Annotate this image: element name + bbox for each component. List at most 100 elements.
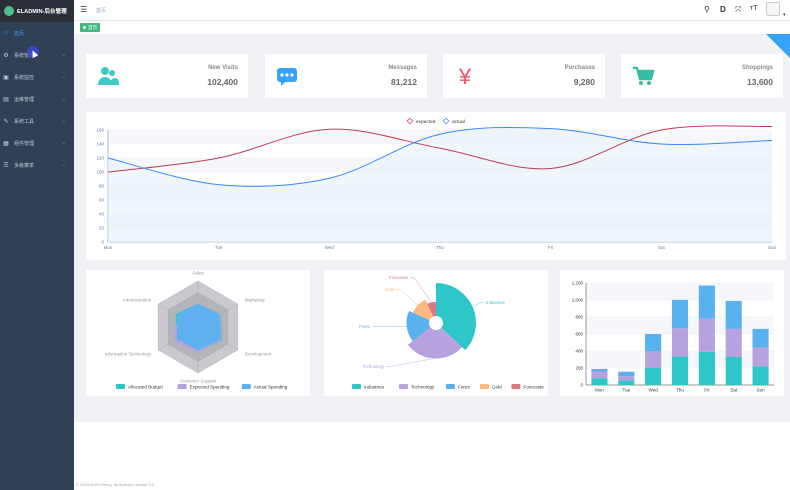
legend-label: Gold xyxy=(492,384,502,389)
pie-chart-panel: Industries Technology Forex Gold Forecasts In… xyxy=(324,270,548,396)
y-tick-label: 600 xyxy=(575,332,583,337)
logo[interactable]: ELADMIN-后台管理 xyxy=(0,0,74,22)
sidebar-item-5[interactable]: ▦ 组件管理 ⌄ xyxy=(0,132,74,154)
legend-marker[interactable] xyxy=(241,384,251,389)
sidebar-item-2[interactable]: ▣ 系统监控 ⌄ xyxy=(0,66,74,88)
footer: © 2018-2020 Zheng Jie Apache License 2.0 xyxy=(74,422,790,490)
people-icon xyxy=(96,64,120,88)
bar-segment-pageC[interactable] xyxy=(752,328,769,348)
bar-segment-pageA[interactable] xyxy=(671,356,689,385)
x-tick-label: Mon xyxy=(595,388,604,393)
card-value: 13,600 xyxy=(747,77,773,87)
y-tick-label: 0 xyxy=(101,240,104,245)
legend-marker[interactable] xyxy=(406,117,414,125)
fullscreen-icon[interactable]: ⤧ xyxy=(735,5,741,15)
legend-label: expected xyxy=(416,119,436,125)
pie-slice-label: Industries xyxy=(486,300,505,305)
bar-segment-pageB[interactable] xyxy=(698,318,715,352)
card-panel-messages[interactable]: Messages 81,212 xyxy=(265,54,427,98)
copyright: © 2018-2020 Zheng Jie Apache License 2.0 xyxy=(76,482,154,487)
tags-view: 首页 xyxy=(74,21,790,34)
bar-segment-pageA[interactable] xyxy=(591,378,608,385)
bar-segment-pageC[interactable] xyxy=(618,371,635,377)
x-tick-label: Wed xyxy=(325,245,335,250)
bar-segment-pageB[interactable] xyxy=(752,347,769,367)
logo-mark xyxy=(4,6,14,16)
legend-marker[interactable] xyxy=(480,384,489,389)
bar-segment-pageA[interactable] xyxy=(725,356,742,385)
x-tick-label: Fri xyxy=(548,245,553,250)
legend-marker[interactable] xyxy=(177,384,187,389)
legend-marker[interactable] xyxy=(446,384,455,389)
bar-chart: 0 200 400 600 800 1,000 1,200 Mon Tue Wed Thu Fri Sa… xyxy=(572,281,774,393)
tag-home[interactable]: 首页 xyxy=(80,23,101,32)
bar-segment-pageB[interactable] xyxy=(618,376,635,381)
chevron-down-icon[interactable]: ▾ xyxy=(783,12,786,18)
chevron-down-icon: ⌄ xyxy=(61,118,66,124)
gear-icon: ⚙ xyxy=(3,52,9,59)
sidebar-item-3[interactable]: ▤ 运维管理 ⌄ xyxy=(0,88,74,110)
y-tick-label: 60 xyxy=(99,198,105,203)
y-tick-label: 160 xyxy=(96,128,104,133)
x-tick-label: Tue xyxy=(622,388,630,393)
avatar[interactable] xyxy=(766,2,780,16)
doc-icon[interactable]: D xyxy=(720,5,726,14)
legend-label: Expected Spending xyxy=(190,384,230,389)
sidebar-item-0[interactable]: ⌂ 首页 xyxy=(0,22,74,44)
bar-segment-pageA[interactable] xyxy=(752,366,769,385)
card-panel-shoppings[interactable]: Shoppings 13,600 xyxy=(621,54,783,98)
pie-slice-label: Forecasts xyxy=(389,275,408,280)
radar-indicator-label: Administration xyxy=(123,298,152,303)
legend-marker[interactable] xyxy=(116,384,125,389)
bar-segment-pageA[interactable] xyxy=(618,380,635,385)
font-size-icon[interactable]: тT xyxy=(750,5,757,12)
radar-indicator-label: Development xyxy=(245,352,272,357)
legend-marker[interactable] xyxy=(352,384,361,389)
y-tick-label: 200 xyxy=(575,366,583,371)
label-line xyxy=(472,302,484,308)
menu-icon: ☰ xyxy=(3,162,9,169)
money-icon: ¥ xyxy=(453,64,477,88)
bar-segment-pageB[interactable] xyxy=(725,328,742,357)
pie-slice-label: Technology xyxy=(362,364,385,369)
sidebar-item-label: 系统监控 xyxy=(14,74,35,81)
bar-segment-pageC[interactable] xyxy=(671,299,689,329)
radar-indicator-label: Sales xyxy=(192,271,204,276)
sidebar-item-4[interactable]: ✎ 系统工具 ⌄ xyxy=(0,110,74,132)
sidebar-item-label: 系统工具 xyxy=(14,118,35,125)
legend-marker[interactable] xyxy=(399,384,408,389)
bar-segment-pageB[interactable] xyxy=(645,351,662,368)
bar-segment-pageB[interactable] xyxy=(671,328,689,357)
card-panel-new-visits[interactable]: New Visits 102,400 xyxy=(86,54,248,98)
legend-marker[interactable] xyxy=(442,117,450,125)
card-value: 81,212 xyxy=(391,77,417,87)
bar-segment-pageC[interactable] xyxy=(698,285,715,319)
legend-label: Forex xyxy=(458,384,470,389)
x-tick-label: Sat xyxy=(658,245,666,250)
radar-chart-panel: Sales Marketing Development Customer Suppor… xyxy=(86,270,310,396)
x-tick-label: Wed xyxy=(649,388,659,393)
bar-segment-pageA[interactable] xyxy=(698,351,715,385)
bar-segment-pageC[interactable] xyxy=(645,334,662,351)
bar-segment-pageC[interactable] xyxy=(591,368,608,372)
breadcrumb[interactable]: 首页 xyxy=(96,7,106,14)
chevron-down-icon: ⌄ xyxy=(61,74,66,80)
card-panel-purchases[interactable]: ¥ Purchases 9,280 xyxy=(443,54,605,98)
search-icon[interactable]: ⚲ xyxy=(704,5,710,14)
bar-segment-pageC[interactable] xyxy=(725,300,742,329)
x-tick-label: Sat xyxy=(730,388,738,393)
svg-text:¥: ¥ xyxy=(458,65,472,87)
hamburger-icon[interactable]: ☰ xyxy=(80,5,87,14)
grid-band xyxy=(586,283,774,300)
radar-chart: Sales Marketing Development Customer Suppor… xyxy=(105,271,288,390)
shopping-icon xyxy=(631,64,655,88)
dashboard: New Visits 102,400 Messages 81,212 ¥ Purc… xyxy=(74,34,790,490)
y-tick-label: 40 xyxy=(99,212,105,217)
bar-segment-pageB[interactable] xyxy=(591,371,608,379)
radar-indicator-label: Marketing xyxy=(245,298,265,303)
sidebar-item-6[interactable]: ☰ 多级菜单 ⌄ xyxy=(0,154,74,176)
legend-label: Industries xyxy=(364,384,385,389)
legend-marker[interactable] xyxy=(511,384,521,389)
bar-segment-pageA[interactable] xyxy=(645,368,662,385)
sidebar-item-1[interactable]: ⚙ 系统管理 ⌄ xyxy=(0,44,74,66)
